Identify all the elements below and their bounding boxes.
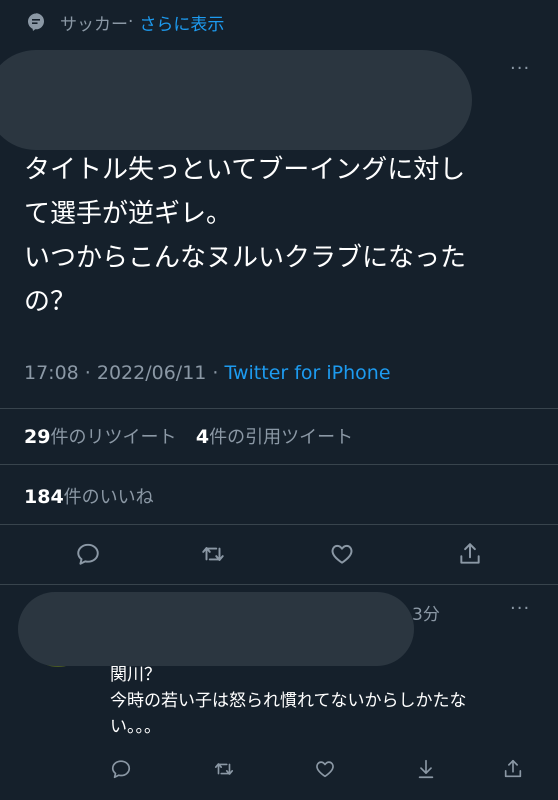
topic-separator: · <box>128 12 134 32</box>
reply-like-button[interactable] <box>312 756 338 782</box>
retweet-button[interactable] <box>198 539 228 569</box>
retweet-icon <box>202 547 224 561</box>
quote-count: 4 <box>195 426 210 448</box>
share-button[interactable] <box>455 539 485 569</box>
retweet-count: 29 <box>24 426 51 448</box>
topic-header[interactable]: サッカー · さらに表示 <box>26 8 224 36</box>
redacted-author <box>0 50 472 150</box>
topic-bubble-icon <box>28 13 44 31</box>
reply-text: 関川？ 今時の若い子は怒られ慣れてないからしかたな い。。。 <box>110 665 467 737</box>
reply-button[interactable] <box>73 539 103 569</box>
download-icon <box>418 759 434 779</box>
like-stats[interactable]: 184件のいいね <box>24 483 154 509</box>
reply-action-bar <box>0 752 558 788</box>
reply-timestamp: 3分 <box>412 605 440 625</box>
reply-icon <box>77 543 99 565</box>
like-label: 件のいいね <box>63 487 154 508</box>
retweet-label: 件のリツイート <box>50 427 177 448</box>
heart-icon <box>316 761 334 778</box>
heart-icon <box>331 544 353 564</box>
reply-icon <box>111 760 131 779</box>
tweet-action-bar <box>0 527 558 581</box>
like-button[interactable] <box>327 539 357 569</box>
retweet-stats[interactable]: 29件のリツイート 4件の引用ツイート <box>24 423 353 449</box>
redacted-reply-author <box>18 592 414 666</box>
retweet-icon <box>214 763 234 775</box>
reply-share-button[interactable] <box>500 756 526 782</box>
topic-label: サッカー <box>60 14 128 35</box>
tweet-timestamp: 17:08 · 2022/06/11 · <box>24 362 225 384</box>
share-icon <box>504 759 522 778</box>
quote-label: 件の引用ツイート <box>209 427 354 448</box>
reply-retweet-button[interactable] <box>211 756 237 782</box>
reply-reply-button[interactable] <box>108 756 134 782</box>
tweet-text: タイトル失っといてブーイングに対し て選手が逆ギレ。 いつからこんなヌルいクラブ… <box>24 155 467 317</box>
tweet-meta: 17:08 · 2022/06/11 · Twitter for iPhone <box>24 362 391 384</box>
show-more-link[interactable]: さらに表示 <box>139 10 224 35</box>
reply-more-icon[interactable]: ··· <box>510 598 530 619</box>
reply-download-button[interactable] <box>413 756 439 782</box>
divider <box>0 408 558 409</box>
tweet-source-link[interactable]: Twitter for iPhone <box>225 362 391 384</box>
tweet-more-icon[interactable]: ··· <box>510 58 530 79</box>
divider <box>0 524 558 525</box>
share-icon <box>460 543 480 564</box>
like-count: 184 <box>24 486 64 508</box>
divider <box>0 584 558 585</box>
divider <box>0 464 558 465</box>
